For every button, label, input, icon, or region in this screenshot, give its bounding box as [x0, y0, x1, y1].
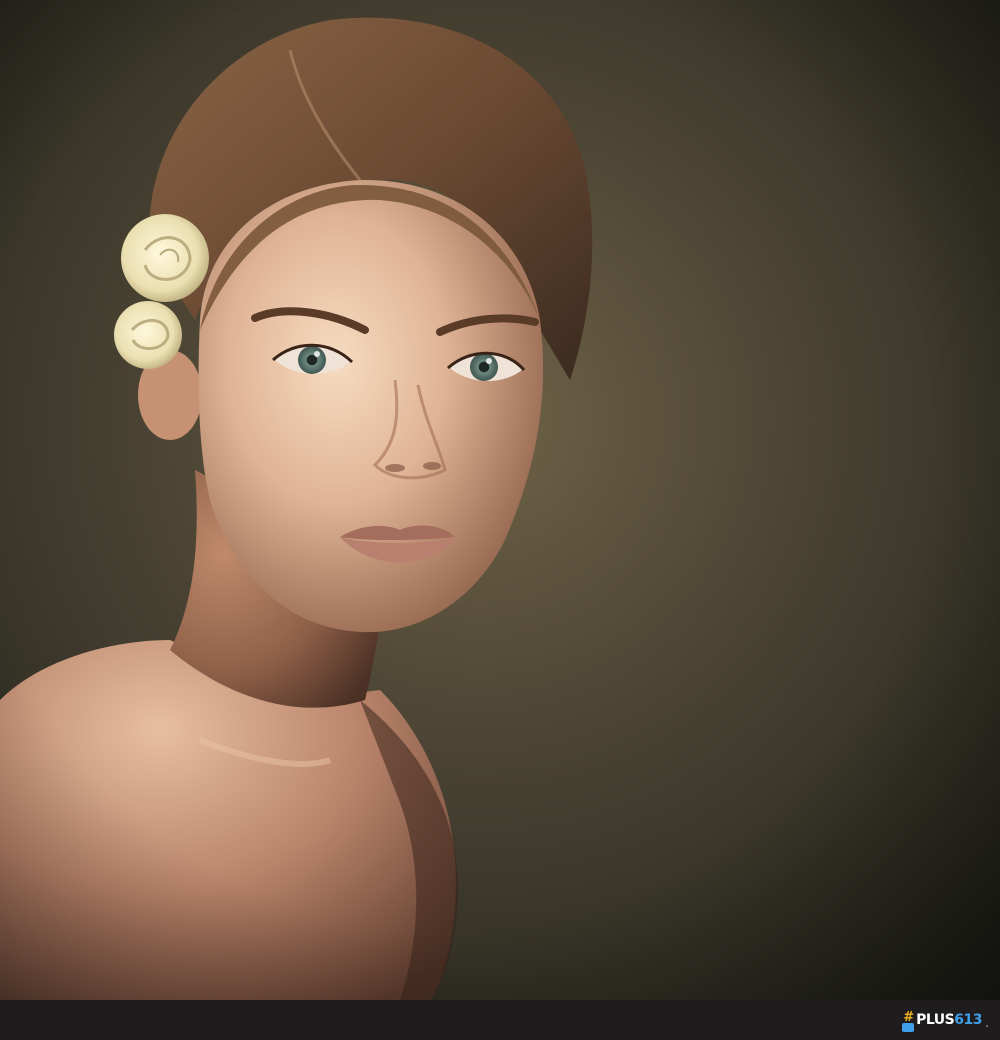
portrait-photo: [0, 0, 1000, 1000]
watermark-hash: #: [903, 1009, 915, 1025]
watermark-logo: # PLUS613: [902, 1008, 988, 1032]
image-frame: # PLUS613: [0, 0, 1000, 1040]
watermark-text: PLUS613: [902, 1012, 982, 1032]
watermark-accent-text: 613: [954, 1012, 982, 1028]
footer-bar: # PLUS613: [0, 1000, 1000, 1040]
watermark-main-text: PLUS: [916, 1012, 955, 1028]
watermark-dot: [986, 1025, 988, 1027]
vignette: [0, 0, 1000, 1000]
watermark-badge-icon: [902, 1023, 915, 1032]
portrait-image: [0, 0, 1000, 1000]
